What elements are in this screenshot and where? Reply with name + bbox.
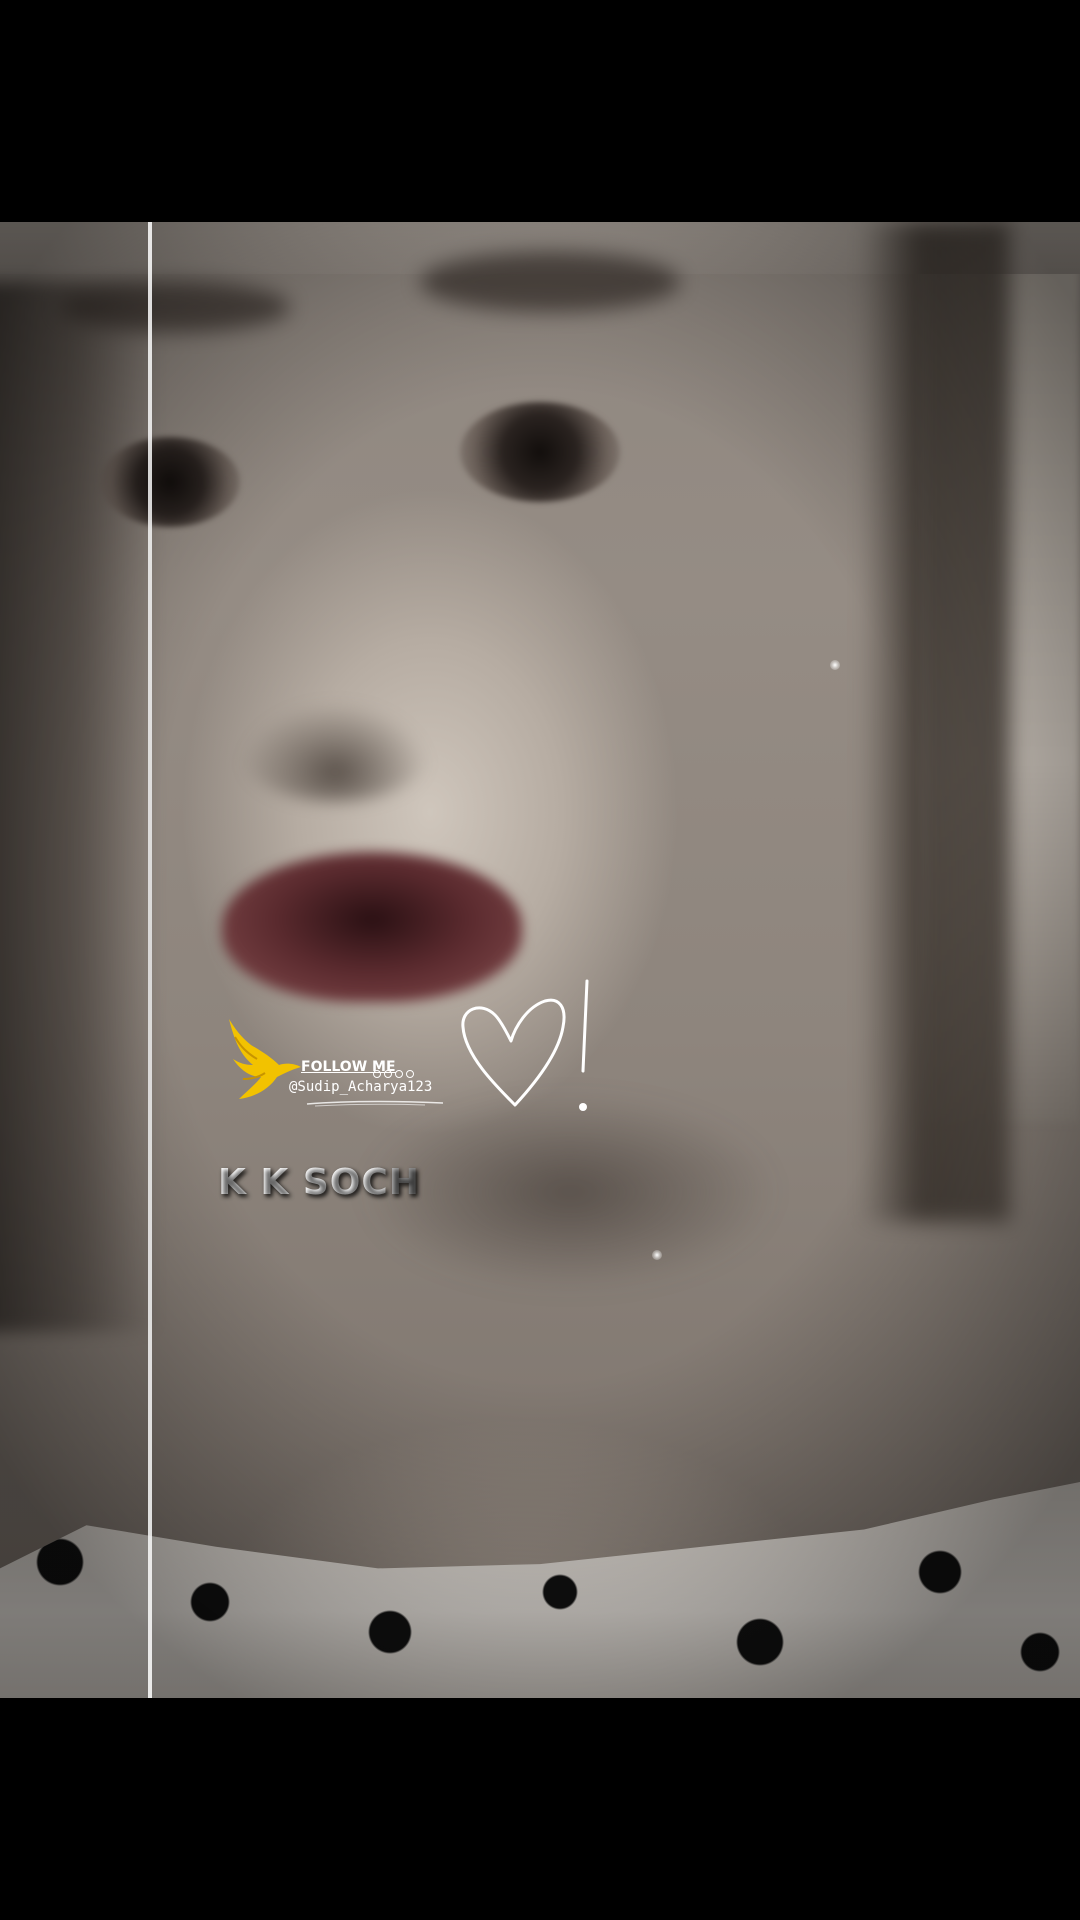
vignette-overlay <box>0 222 1080 1698</box>
black-bar-bottom <box>0 1698 1080 1920</box>
handle-text: @Sudip_Acharya123 <box>289 1079 433 1095</box>
follow-watermark: FOLLOW ME @Sudip_Acharya123 <box>225 1015 475 1115</box>
social-icon-3 <box>395 1070 403 1078</box>
sparkle-1 <box>830 660 840 670</box>
vertical-light-line <box>148 222 152 1698</box>
social-icons <box>373 1070 414 1078</box>
social-icon-4 <box>406 1070 414 1078</box>
black-bar-top <box>0 0 1080 222</box>
social-icon-1 <box>373 1070 381 1078</box>
sparkle-2 <box>652 1250 662 1260</box>
social-icon-2 <box>384 1070 392 1078</box>
brush-underline <box>306 1100 444 1107</box>
lyric-caption: K K SOCH <box>218 1162 420 1203</box>
video-frame <box>0 222 1080 1698</box>
hand-drawn-heart-icon <box>461 979 589 1111</box>
